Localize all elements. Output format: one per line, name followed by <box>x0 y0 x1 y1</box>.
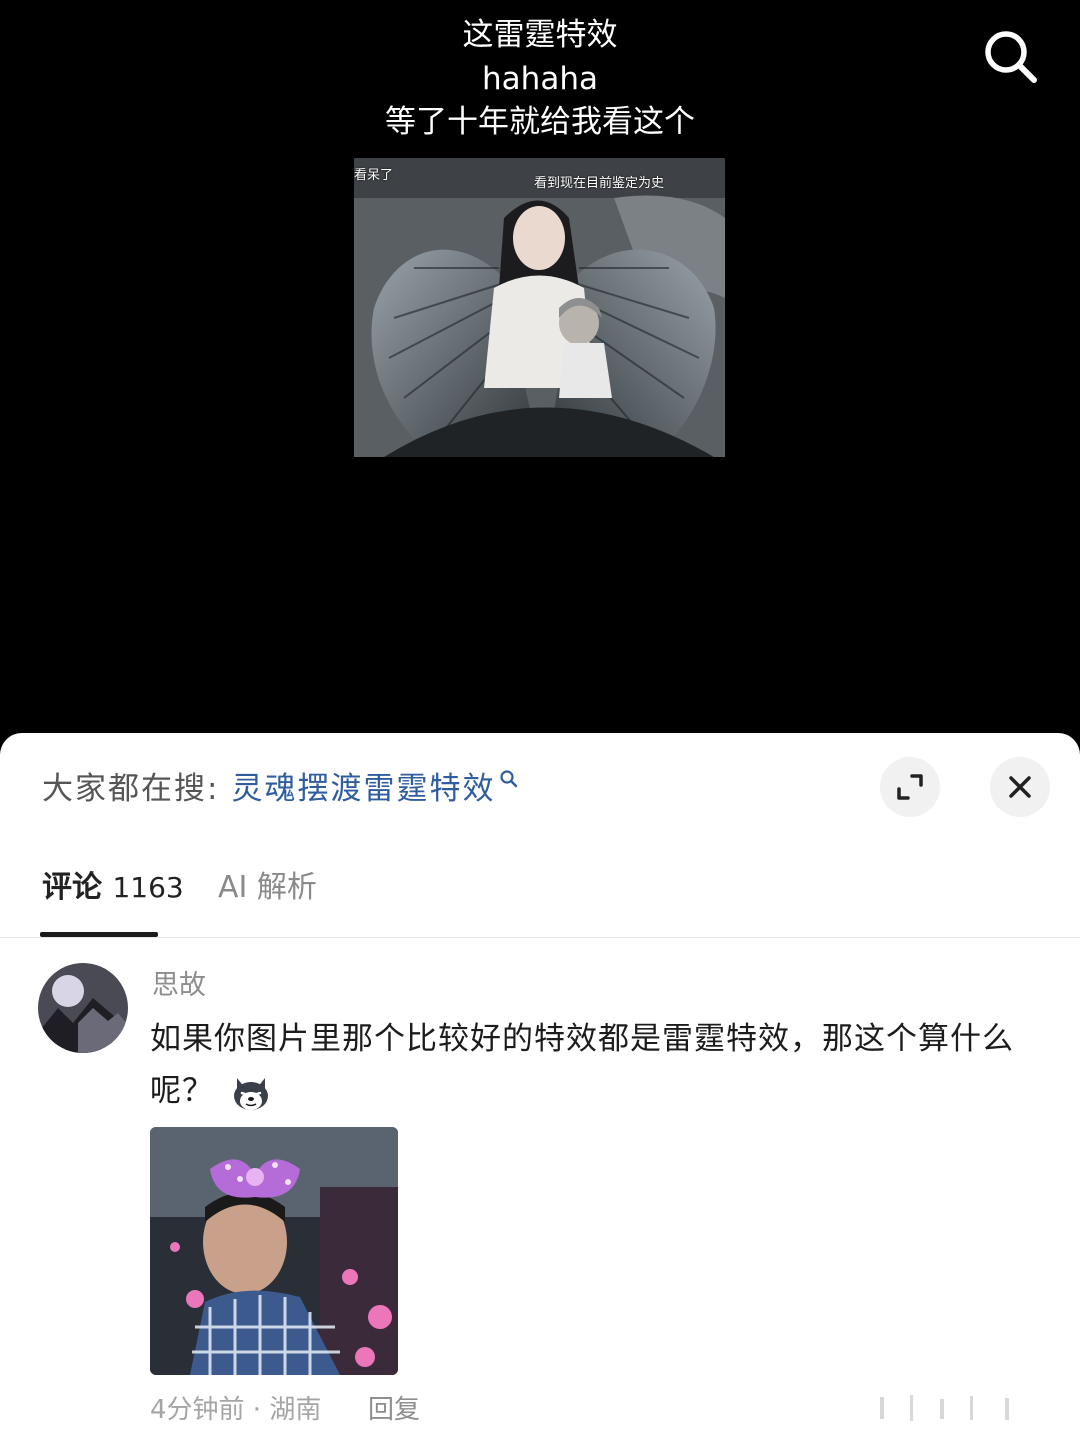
comment-time-location: 4分钟前 · 湖南 <box>150 1395 322 1425</box>
comments-panel: 大家都在搜: 灵魂摆渡雷霆特效 评论 1163 AI 解析 思故 如果你图片里那… <box>0 733 1080 1432</box>
video-caption-line-1: 这雷霆特效 <box>462 17 618 53</box>
tab-comments[interactable]: 评论 1163 <box>42 866 184 910</box>
video-player[interactable]: 这雷霆特效 hahaha 等了十年就给我看这个 看呆了 看到现在目前鉴定为史 <box>0 0 1080 745</box>
trending-query-link[interactable]: 灵魂摆渡雷霆特效 <box>231 763 495 808</box>
avatar-image <box>38 963 128 1053</box>
watermark-bars <box>880 1395 1009 1421</box>
avatar[interactable] <box>38 963 128 1053</box>
video-frame: 看呆了 看到现在目前鉴定为史 <box>354 158 725 457</box>
trending-search[interactable]: 大家都在搜: 灵魂摆渡雷霆特效 <box>42 763 519 807</box>
close-button[interactable] <box>990 757 1050 817</box>
active-tab-indicator <box>40 932 158 937</box>
comment-body: 如果你图片里那个比较好的特效都是雷霆特效，那这个算什么呢？ <box>150 1021 1014 1109</box>
search-button[interactable] <box>980 26 1042 88</box>
close-icon <box>1009 776 1031 798</box>
comment-tabs: 评论 1163 AI 解析 <box>0 858 1080 938</box>
expand-button[interactable] <box>880 757 940 817</box>
comment-username[interactable]: 思故 <box>152 963 206 1002</box>
tab-ai-analysis[interactable]: AI 解析 <box>218 866 317 910</box>
tab-comments-label: 评论 <box>42 870 102 905</box>
comment-attached-image[interactable] <box>150 1127 398 1375</box>
comment-photo <box>150 1127 398 1375</box>
husky-emoji-icon <box>233 1077 268 1110</box>
trending-label: 大家都在搜: <box>42 770 220 807</box>
frame-subtitle-left: 看呆了 <box>354 168 394 183</box>
angel-wings-scene <box>354 158 725 457</box>
comment-text-block: 如果你图片里那个比较好的特效都是雷霆特效，那这个算什么呢？ <box>150 1013 1050 1117</box>
comment-item: 思故 如果你图片里那个比较好的特效都是雷霆特效，那这个算什么呢？ 4分钟前 · … <box>0 953 1080 1432</box>
comment-count: 1163 <box>112 871 184 904</box>
frame-subtitle-right: 看到现在目前鉴定为史 <box>534 176 665 191</box>
search-icon <box>985 31 1037 83</box>
expand-icon <box>897 774 923 800</box>
search-icon <box>500 770 518 788</box>
reply-button[interactable]: 回复 <box>368 1389 420 1426</box>
video-caption-line-3: 等了十年就给我看这个 <box>385 104 695 140</box>
video-caption-line-2: hahaha <box>482 61 598 97</box>
